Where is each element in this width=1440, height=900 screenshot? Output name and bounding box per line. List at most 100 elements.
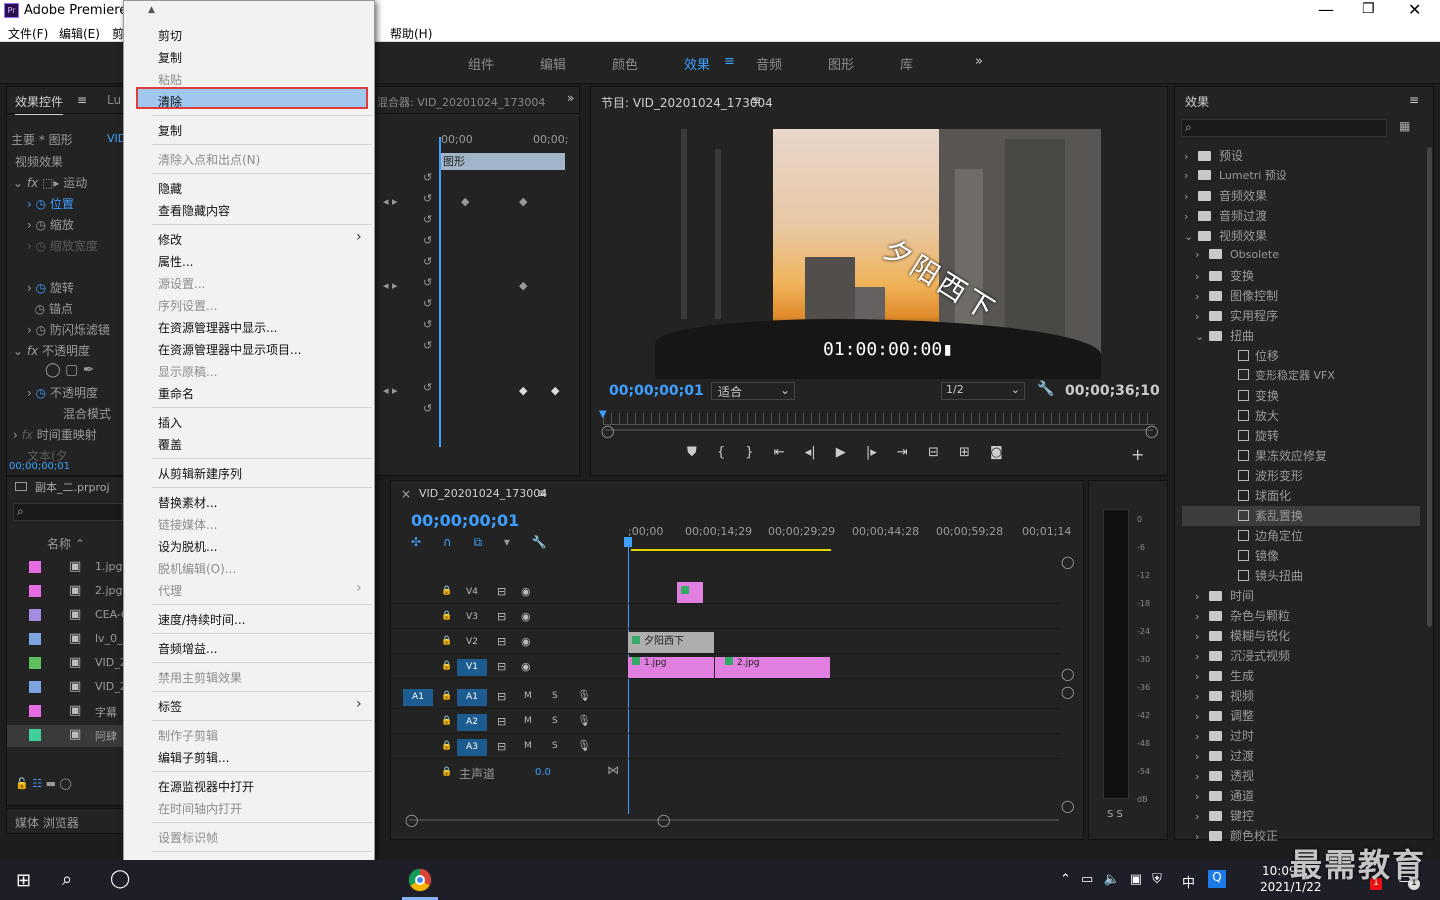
menu-item[interactable]: 替换素材... [158,494,217,511]
chevron-down-icon[interactable]: ⌄ [1195,330,1209,343]
effects-tree-item[interactable]: › 生成 [1182,666,1420,686]
master-track-header[interactable]: 🔒 主声道 0.0 ⋈ [391,761,627,785]
video-track-lane[interactable] [628,655,1060,679]
effects-search-input[interactable]: ⌕ [1181,119,1387,137]
track-label[interactable]: A1 [457,689,487,706]
menu-item[interactable]: 速度/持续时间... [158,611,246,628]
kf-reset-icon[interactable]: ↺ [423,234,432,247]
windows-start-icon[interactable]: ⊞ [16,870,31,891]
effects-tree-item[interactable]: 边角定位 [1182,526,1420,546]
chevron-right-icon[interactable]: › [1195,810,1209,823]
project-item[interactable]: ▣ VID_2 [7,677,127,699]
menu-item[interactable]: 在源监视器中打开 [158,778,254,795]
project-search-input[interactable]: ⌕ [13,503,123,521]
lock-icon[interactable]: 🔒 [441,741,452,751]
track-label[interactable]: V3 [457,609,487,626]
effects-tab[interactable]: 效果 [1185,93,1209,110]
menu-item[interactable]: 复制 [158,122,182,139]
effects-tree-item[interactable]: 球面化 [1182,486,1420,506]
chevron-right-icon[interactable]: › [1195,790,1209,803]
effects-tree-item[interactable]: 旋转 [1182,426,1420,446]
label-color-swatch[interactable] [29,633,41,645]
sync-lock-icon[interactable]: ⊟ [497,660,506,673]
effects-tree-item[interactable]: 镜像 [1182,546,1420,566]
keyframe-icon[interactable]: ◆ [551,384,559,397]
project-item[interactable]: ▣ CEA-6 [7,605,128,627]
video-track-lane[interactable] [628,605,1060,629]
chevron-right-icon[interactable]: › [1195,270,1209,283]
prop-opacity[interactable]: › ◷ 不透明度 [27,384,98,401]
timeline-timecode[interactable]: 00;00;00;01 [411,511,519,530]
timeline-tab[interactable]: VID_20201024_173004 [419,487,547,500]
effects-tree-item[interactable]: 变形稳定器 VFX [1182,366,1420,386]
label-color-swatch[interactable] [29,657,41,669]
prop-anchor[interactable]: ◷ 锚点 [27,300,73,317]
effects-tree-item[interactable]: › Lumetri 预设 [1182,166,1420,186]
program-timecode[interactable]: 00;00;00;01 [609,383,704,399]
meter-solo-buttons[interactable]: S S [1107,809,1123,820]
mask-tools[interactable]: ◯ ▢ ✒ [45,362,95,378]
fx-motion[interactable]: ⌄ fx ⬚▸ 运动 [13,174,87,191]
fx-time-remap[interactable]: › fx 时间重映射 [13,426,97,443]
menu-item[interactable]: 属性... [158,253,193,270]
fx-opacity[interactable]: ⌄ fx 不透明度 [13,342,90,359]
label-color-swatch[interactable] [29,585,41,597]
keyframe-icon[interactable]: ◆ [519,195,527,208]
eye-icon[interactable]: ◉ [521,610,531,623]
track-label[interactable]: A2 [457,714,487,731]
tab-effect-controls[interactable]: 效果控件 [15,93,64,115]
lock-icon[interactable]: 🔒 [441,661,452,671]
ws-libraries[interactable]: 库 [900,54,913,73]
effects-tree-item[interactable]: › 过时 [1182,726,1420,746]
audio-track-lane[interactable] [628,710,1060,734]
menu-item[interactable]: 查看隐藏内容 [158,202,230,219]
track-label[interactable]: A3 [457,739,487,756]
tray-icons[interactable]: ⌃ ▭ 🔈 ▣ ⛨ [1060,872,1162,887]
lock-icon[interactable]: 🔒 [441,716,452,726]
eye-icon[interactable]: ◉ [521,585,531,598]
audio-track-lane[interactable] [628,735,1060,759]
ec-timecode[interactable]: 00;00;00;01 [9,461,70,472]
col-name-header[interactable]: 名称 ⌃ [47,535,85,552]
ws-more-icon[interactable]: » [975,54,983,69]
chevron-right-icon[interactable]: › [1184,190,1198,203]
label-color-swatch[interactable] [29,609,41,621]
timeline-hscroll[interactable] [409,819,1059,821]
ime-indicator[interactable]: 中 [1182,872,1195,891]
master-clip[interactable]: 主要 * 图形 [11,131,73,148]
chevron-right-icon[interactable]: › [1195,610,1209,623]
fit-select[interactable]: 适合 ⌄ [711,382,795,400]
microphone-icon[interactable]: 🎙 [577,689,591,702]
menu-item[interactable]: 音频增益... [158,640,217,657]
menu-item[interactable]: 在资源管理器中显示... [158,319,277,336]
chevron-right-icon[interactable]: › [1195,670,1209,683]
effects-tree-item[interactable]: › 键控 [1182,806,1420,826]
chevron-right-icon[interactable]: › [1195,650,1209,663]
menu-file[interactable]: 文件(F) [8,25,48,42]
keyframe-icon[interactable]: ◆ [519,279,527,292]
project-item[interactable]: ▣ 字幕 [7,701,123,723]
chevron-right-icon[interactable]: › [1195,290,1209,303]
add-button-icon[interactable]: + [1131,445,1144,464]
expand-track-icon[interactable]: ⋈ [607,763,619,777]
effects-tree-item[interactable]: › 调整 [1182,706,1420,726]
microphone-icon[interactable]: 🎙 [577,714,591,727]
project-item[interactable]: ▣ VID_2 [7,653,127,675]
chevron-right-icon[interactable]: › [1184,210,1198,223]
effects-tree-item[interactable]: 位移 [1182,346,1420,366]
menu-item[interactable]: 从剪辑新建序列 [158,465,242,482]
program-zoom-bar[interactable] [605,429,1153,431]
sync-lock-icon[interactable]: ⊟ [497,715,506,728]
effects-tree-item[interactable]: 放大 [1182,406,1420,426]
media-browser-tab[interactable]: 媒体 浏览器 [6,808,124,834]
effects-tree-item[interactable]: › 时间 [1182,586,1420,606]
effects-tree-item[interactable]: 波形变形 [1182,466,1420,486]
video-track-header[interactable]: 🔒 V3 ⊟ ◉ [391,605,627,629]
menu-item[interactable]: 隐藏 [158,180,182,197]
menu-item[interactable]: 覆盖 [158,436,182,453]
audio-track-header[interactable]: A1 🔒 A1 ⊟ M S 🎙 [391,685,627,709]
chevron-right-icon[interactable]: › [1195,730,1209,743]
timeline-close-icon[interactable]: × [401,487,411,501]
ws-graphics[interactable]: 图形 [828,54,854,73]
ws-editing[interactable]: 编辑 [540,54,566,73]
